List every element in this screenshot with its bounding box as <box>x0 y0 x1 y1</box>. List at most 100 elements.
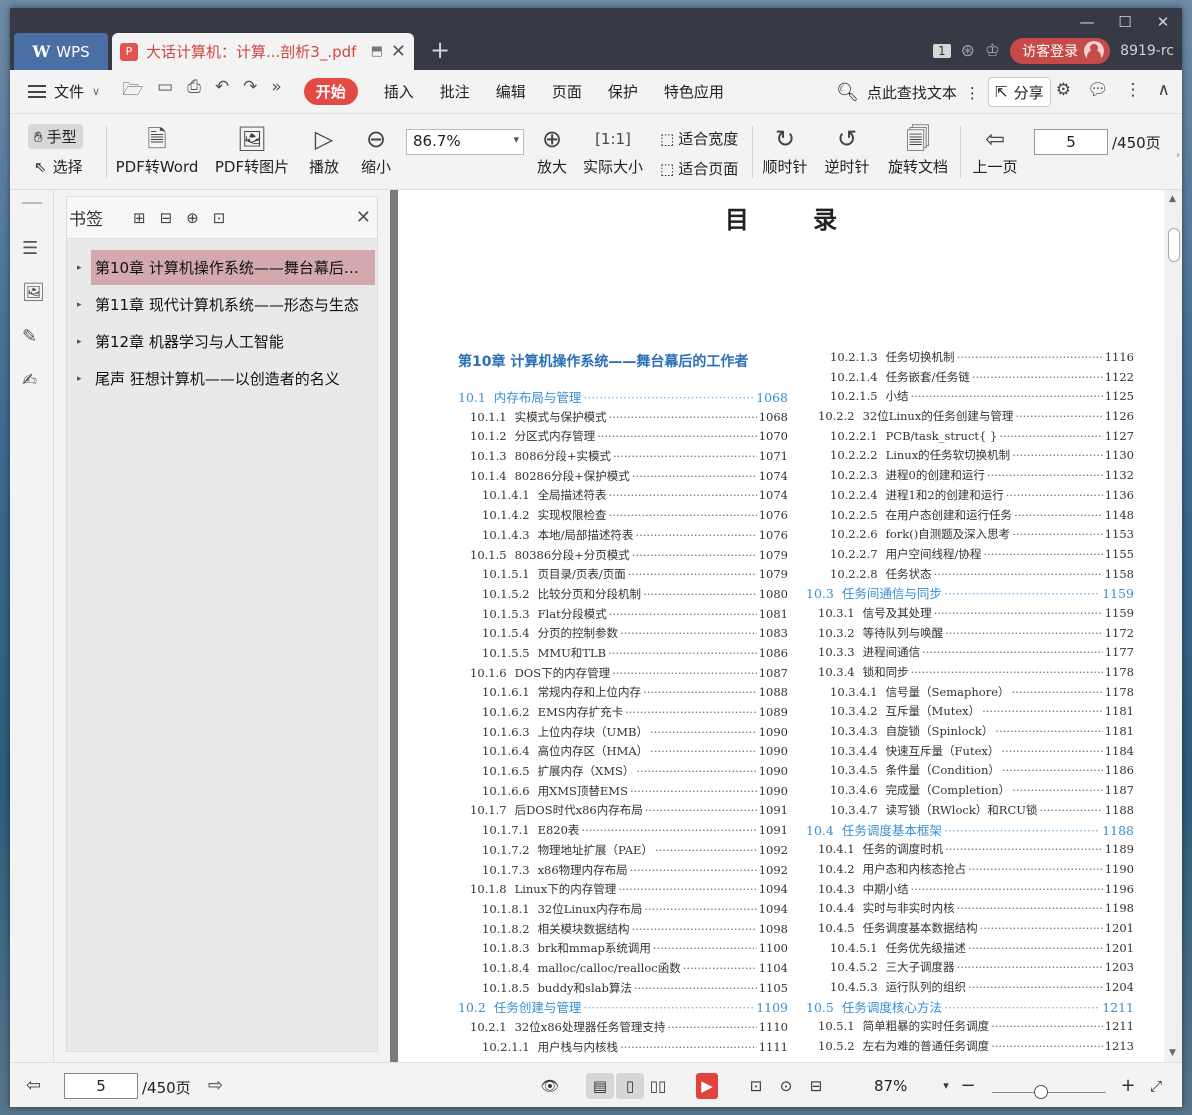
fit-width-button[interactable]: ⬚ 适合宽度 <box>660 128 738 149</box>
prev-page-icon[interactable]: ⇦ <box>26 1075 41 1096</box>
annotation-icon[interactable]: ✎ <box>22 326 37 347</box>
toc-entry[interactable]: 10.1.7.2 物理地址扩展（PAE） 1092 <box>458 841 788 861</box>
toc-entry[interactable]: 10.3.2 等待队列与唤醒 1172 <box>806 624 1134 644</box>
document-view[interactable]: 目 录 第10章 计算机操作系统——舞台幕后的工作者 10.1内存布局与管理10… <box>390 190 1164 1062</box>
tab-edit[interactable]: 编辑 <box>496 81 526 102</box>
expand-arrow-icon[interactable]: ▸ <box>77 374 91 384</box>
toc-entry[interactable]: 10.2.2.1 PCB/task_struct{ } 1127 <box>806 427 1134 447</box>
bookmark-item[interactable]: ▸ 第11章 现代计算机系统——形态与生态 <box>67 286 377 323</box>
open-folder-icon[interactable]: 🗁 <box>122 77 143 106</box>
toc-entry[interactable]: 10.1.4.2 实现权限检查 1076 <box>458 506 788 526</box>
toc-entry[interactable]: 10.4.4 实时与非实时内核 1198 <box>806 899 1134 919</box>
toc-entry[interactable]: 10.1.8.4 malloc/calloc/realloc函数 1104 <box>458 959 788 979</box>
hand-tool-button[interactable]: ✋︎ 手型 <box>28 124 83 149</box>
scrollbar-thumb[interactable] <box>1168 228 1180 262</box>
more-icon[interactable]: ⋮ <box>1125 80 1142 100</box>
toc-entry[interactable]: 10.2.2.3 进程0的创建和运行 1132 <box>806 466 1134 486</box>
toc-entry[interactable]: 10.4.5.3 运行队列的组织 1204 <box>806 978 1134 998</box>
zoom-select[interactable]: 86.7% <box>406 129 524 155</box>
bookmark-item[interactable]: ▸ 尾声 狂想计算机——以创造者的名义 <box>67 360 377 397</box>
single-page-view-icon[interactable]: ▯ <box>616 1073 644 1099</box>
rotate-counterclockwise-button[interactable]: ↺ 逆时针 <box>824 122 870 177</box>
expand-arrow-icon[interactable]: ▸ <box>77 300 91 310</box>
toc-entry[interactable]: 10.1.6.4 高位内存区（HMA） 1090 <box>458 742 788 762</box>
toc-entry[interactable]: 10.1.4.1 全局描述符表 1074 <box>458 486 788 506</box>
bookmark-options-icon[interactable]: ⊡ <box>213 209 226 227</box>
eye-protection-icon[interactable]: 👁︎ <box>536 1073 564 1099</box>
fullscreen-icon[interactable]: ⤢ <box>1142 1073 1170 1099</box>
actual-size-button[interactable]: [1:1] 实际大小 <box>580 122 646 177</box>
close-panel-icon[interactable]: ✕ <box>356 207 371 228</box>
minimize-icon[interactable]: — <box>1068 10 1106 34</box>
rotate-clockwise-button[interactable]: ↻ 顺时针 <box>762 122 808 177</box>
zoom-out-button[interactable]: ⊖ 缩小 <box>358 122 394 177</box>
toc-entry[interactable]: 10.1.8.5 buddy和slab算法 1105 <box>458 979 788 999</box>
continuous-view-icon[interactable]: ▤ <box>586 1073 614 1099</box>
tab-special[interactable]: 特色应用 <box>664 81 724 102</box>
sidebar-handle[interactable] <box>22 202 42 204</box>
toolbar-more-icon[interactable]: › <box>1176 150 1180 161</box>
toc-entry[interactable]: 10.1.5.2 比较分页和分段机制 1080 <box>458 585 788 605</box>
expand-arrow-icon[interactable]: ▸ <box>77 337 91 347</box>
wps-home-tab[interactable]: W WPS <box>14 33 108 70</box>
tab-protect[interactable]: 保护 <box>608 81 638 102</box>
toc-entry[interactable]: 10.2.2.2 Linux的任务软切换机制 1130 <box>806 446 1134 466</box>
toc-entry[interactable]: 10.4.3 中期小结 1196 <box>806 880 1134 900</box>
page-number-input[interactable]: 5 <box>1034 129 1108 155</box>
zoom-slider[interactable] <box>992 1085 1106 1099</box>
toc-entry[interactable]: 10.2 任务创建与管理 1109 <box>458 998 788 1018</box>
pdf-to-image-button[interactable]: 🖼︎ PDF转图片 <box>214 122 290 177</box>
toc-entry[interactable]: 10.3.4.1 信号量（Semaphore） 1178 <box>806 683 1134 703</box>
pdf-to-word-button[interactable]: 🗎 PDF转Word <box>114 122 200 177</box>
vertical-scrollbar[interactable]: ▲ ▼ <box>1166 190 1182 1062</box>
toc-entry[interactable]: 10.2.2.4 进程1和2的创建和运行 1136 <box>806 486 1134 506</box>
document-tab[interactable]: P 大话计算机：计算...剖析3_.pdf ⬒ ✕ <box>112 33 414 70</box>
two-page-view-icon[interactable]: ▯▯ <box>644 1073 672 1099</box>
toc-entry[interactable]: 10.1.6.2 EMS内存扩充卡 1089 <box>458 703 788 723</box>
select-tool-button[interactable]: ⇖ 选择 <box>34 156 83 177</box>
toc-entry[interactable]: 10.1.6 DOS下的内存管理 1087 <box>458 664 788 684</box>
visitor-login-button[interactable]: 访客登录 <box>1010 38 1111 64</box>
bookmark-item[interactable]: ▸ 第12章 机器学习与人工智能 <box>67 323 377 360</box>
toc-entry[interactable]: 10.3 任务间通信与同步 1159 <box>806 584 1134 604</box>
print-icon[interactable]: ⎙ <box>187 77 201 106</box>
undo-icon[interactable]: ↶ <box>215 77 229 106</box>
toc-entry[interactable]: 10.3.4 锁和同步 1178 <box>806 663 1134 683</box>
toc-entry[interactable]: 10.1.5.4 分页的控制参数 1083 <box>458 624 788 644</box>
gear-icon[interactable]: ⚙ <box>1056 80 1071 100</box>
more-chevron-icon[interactable]: » <box>271 77 281 106</box>
toc-entry[interactable]: 10.1.6.6 用XMS顶替EMS 1090 <box>458 782 788 802</box>
tab-annotate[interactable]: 批注 <box>440 81 470 102</box>
toc-entry[interactable]: 10.2.1.4 任务嵌套/任务链 1122 <box>806 368 1134 388</box>
toc-entry[interactable]: 10.4.2 用户态和内核态抢占 1190 <box>806 860 1134 880</box>
rotate-document-button[interactable]: 🗐 旋转文档 <box>886 122 950 177</box>
toc-entry[interactable]: 10.3.4.4 快速互斥量（Futex） 1184 <box>806 742 1134 762</box>
scroll-up-icon[interactable]: ▲ <box>1169 194 1176 204</box>
maximize-icon[interactable]: ☐ <box>1106 10 1144 34</box>
zoom-plus-icon[interactable]: + <box>1114 1073 1142 1099</box>
toc-entry[interactable]: 10.1.8.1 32位Linux内存布局 1094 <box>458 900 788 920</box>
toc-entry[interactable]: 10.3.4.5 条件量（Condition） 1186 <box>806 761 1134 781</box>
play-slideshow-icon[interactable]: ▶ <box>696 1073 718 1099</box>
toc-entry[interactable]: 10.2.2.7 用户空间线程/协程 1155 <box>806 545 1134 565</box>
save-icon[interactable]: ▭ <box>157 77 173 106</box>
tab-insert[interactable]: 插入 <box>384 81 414 102</box>
toc-entry[interactable]: 10.1.7.1 E820表 1091 <box>458 821 788 841</box>
toc-entry[interactable]: 10.4.1 任务的调度时机 1189 <box>806 840 1134 860</box>
toc-entry[interactable]: 10.1.4.3 本地/局部描述符表 1076 <box>458 526 788 546</box>
toc-entry[interactable]: 10.4.5.2 三大子调度器 1203 <box>806 958 1134 978</box>
toc-entry[interactable]: 10.2.2 32位Linux的任务创建与管理 1126 <box>806 407 1134 427</box>
toc-entry[interactable]: 10.3.4.7 读写锁（RWlock）和RCU锁 1188 <box>806 801 1134 821</box>
toc-entry[interactable]: 10.2.2.6 fork()自测题及深入思考 1153 <box>806 525 1134 545</box>
toc-entry[interactable]: 10.3.1 信号及其处理 1159 <box>806 604 1134 624</box>
toc-entry[interactable]: 10.1.8.3 brk和mmap系统调用 1100 <box>458 939 788 959</box>
toc-entry[interactable]: 10.1.7 后DOS时代x86内存布局 1091 <box>458 801 788 821</box>
collapse-ribbon-icon[interactable]: ∧ <box>1158 80 1170 100</box>
toc-entry[interactable]: 10.3.4.2 互斥量（Mutex） 1181 <box>806 702 1134 722</box>
close-window-icon[interactable]: ✕ <box>1144 10 1182 34</box>
find-text-button[interactable]: 🔍︎ 点此查找文本 ⋮ <box>836 82 980 103</box>
toc-entry[interactable]: 10.4.5 任务调度基本数据结构 1201 <box>806 919 1134 939</box>
fit-page-button[interactable]: ⬚ 适合页面 <box>660 158 738 179</box>
toc-entry[interactable]: 10.2.1.3 任务切换机制 1116 <box>806 348 1134 368</box>
status-page-input[interactable]: 5 <box>64 1073 138 1099</box>
